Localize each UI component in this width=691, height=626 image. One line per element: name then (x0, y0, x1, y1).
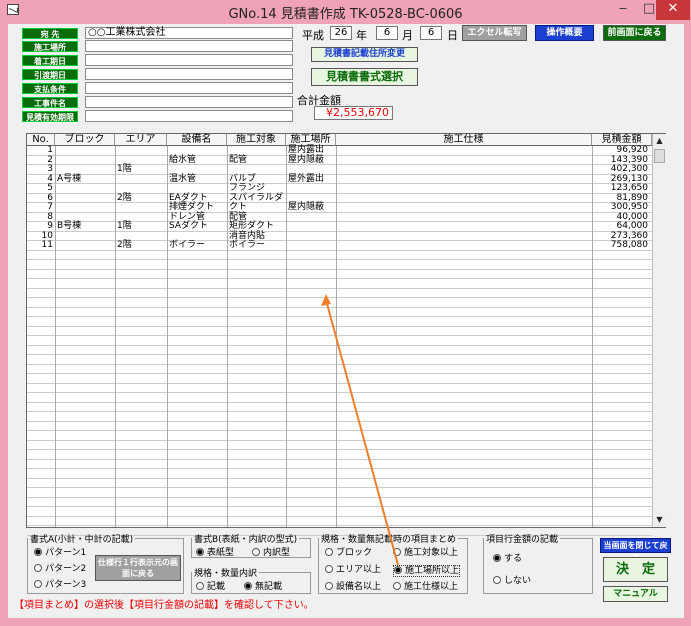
arrow-head-icon (321, 294, 331, 306)
arrow-line (325, 299, 399, 566)
annotation-arrow (321, 294, 399, 566)
